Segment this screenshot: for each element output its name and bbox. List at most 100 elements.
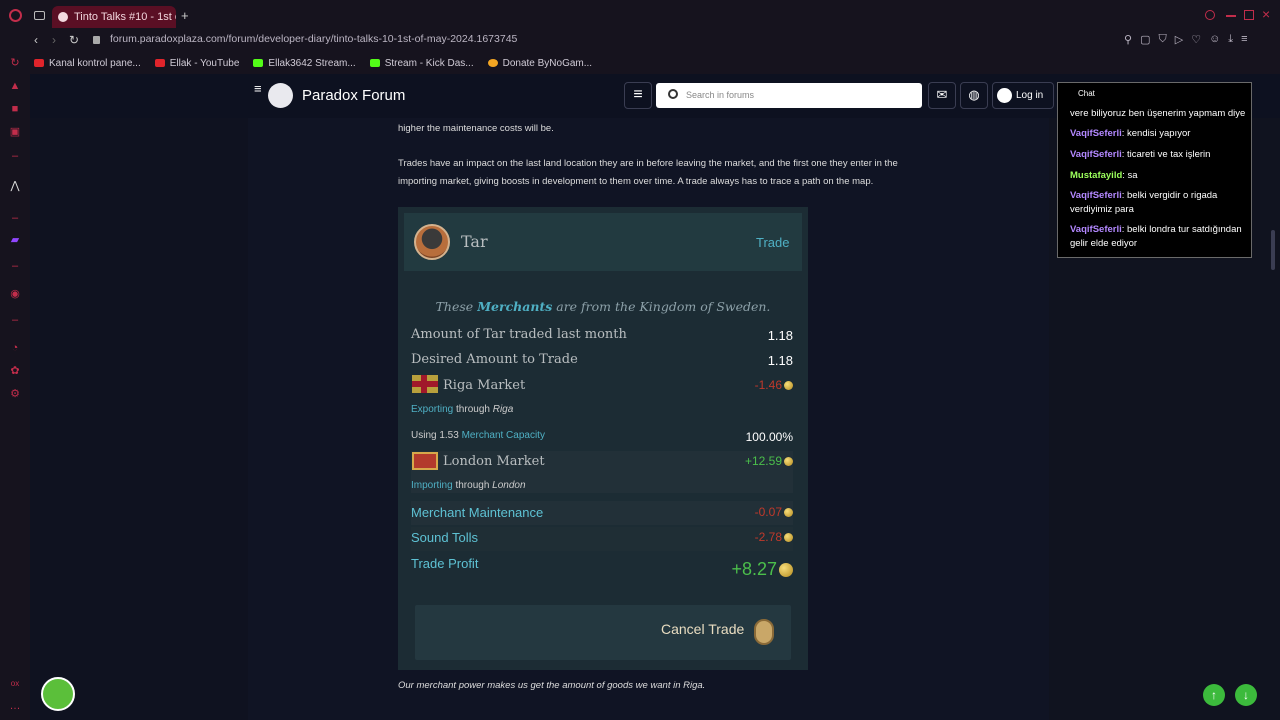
reload-icon[interactable]: ↻ bbox=[69, 33, 79, 47]
url-field[interactable]: forum.paradoxplaza.com/forum/developer-d… bbox=[110, 33, 517, 45]
chat-message: VaqifSeferli: kendisi yapıyor bbox=[1070, 128, 1191, 139]
gold-icon bbox=[784, 457, 793, 467]
importing-line: Importing through London bbox=[411, 480, 526, 491]
capacity-line: Using 1.53 Merchant Capacity bbox=[411, 430, 545, 441]
tolls-value: -2.78 bbox=[728, 530, 793, 544]
ai-icon[interactable]: ⋀ bbox=[9, 180, 21, 192]
opera-logo-icon[interactable] bbox=[9, 9, 22, 22]
stream-chat-overlay: Chat vere biliyoruz ben üşenerim yapmam … bbox=[1057, 82, 1252, 258]
twitch-icon[interactable]: ▰ bbox=[9, 234, 21, 246]
address-bar: ‹ › ↻ forum.paradoxplaza.com/forum/devel… bbox=[0, 30, 1280, 52]
search-input[interactable]: Search in forums bbox=[656, 83, 922, 108]
scroll-down-button[interactable]: ↓ bbox=[1235, 684, 1257, 706]
good-name: Tar bbox=[461, 232, 488, 251]
left-gutter bbox=[30, 118, 248, 720]
tab-manager-icon[interactable] bbox=[34, 11, 45, 20]
amount-value: 1.18 bbox=[767, 328, 793, 343]
kick-icon bbox=[369, 59, 380, 67]
youtube-icon bbox=[154, 59, 165, 67]
gold-icon bbox=[779, 563, 793, 578]
menu-icon[interactable]: ≡ bbox=[624, 82, 652, 109]
profit-label: Trade Profit bbox=[411, 556, 479, 571]
bookmark-1[interactable]: Kanal kontrol pane... bbox=[34, 58, 141, 69]
download-icon[interactable]: ⤓ bbox=[1228, 33, 1233, 46]
play-icon[interactable]: ▷ bbox=[1175, 33, 1183, 46]
settings-icon[interactable]: ⚙ bbox=[9, 388, 21, 400]
youtube-icon bbox=[34, 59, 44, 67]
bookmark-4[interactable]: Stream - Kick Das... bbox=[369, 58, 474, 69]
alerts-icon[interactable]: ◍ bbox=[960, 82, 988, 109]
riga-market-value: -1.46 bbox=[728, 378, 793, 392]
chat-title: Chat bbox=[1078, 89, 1095, 98]
ox-icon[interactable]: ox bbox=[9, 678, 21, 690]
minimize-icon[interactable] bbox=[1226, 15, 1236, 17]
maximize-icon[interactable] bbox=[1244, 10, 1254, 20]
london-market-label: London Market bbox=[443, 454, 545, 469]
divider-icon: – bbox=[11, 314, 19, 326]
bookmarks-bar: Kanal kontrol pane... Ellak - YouTube El… bbox=[0, 52, 1280, 74]
browser-sidebar: ↻ ▲ ■ ▣ – ⋀ – ▰ – ◉ – ◔ ✿ ⚙ ox … bbox=[0, 52, 30, 720]
trade-tooltip-image: Tar Trade These Merchants are from the K… bbox=[398, 207, 808, 670]
profit-value: +8.27 bbox=[698, 559, 793, 580]
trade-header-label: Trade bbox=[756, 235, 790, 250]
snapshot-icon[interactable]: ▢ bbox=[1140, 33, 1150, 46]
menu-icon[interactable]: ≡ bbox=[1241, 33, 1247, 46]
cancel-trade-button[interactable]: Cancel Trade bbox=[415, 605, 791, 660]
forward-icon[interactable]: › bbox=[52, 33, 56, 47]
profile-icon[interactable]: ☺ bbox=[1209, 33, 1220, 46]
desired-label: Desired Amount to Trade bbox=[411, 352, 578, 367]
shield-icon[interactable]: ⛉ bbox=[1158, 33, 1166, 46]
player-icon[interactable]: ◉ bbox=[9, 288, 21, 300]
close-icon[interactable]: × bbox=[1262, 6, 1270, 22]
riga-flag-icon bbox=[412, 375, 438, 393]
scroll-up-button[interactable]: ↑ bbox=[1203, 684, 1225, 706]
search-icon[interactable] bbox=[1205, 10, 1215, 20]
divider-icon: – bbox=[11, 260, 19, 272]
merchant-origin: These Merchants are from the Kingdom of … bbox=[435, 299, 771, 314]
scrollbar-thumb[interactable] bbox=[1271, 230, 1275, 270]
page-scrollbar[interactable] bbox=[1270, 118, 1276, 718]
bookmark-2[interactable]: Ellak - YouTube bbox=[154, 58, 239, 69]
riga-market-label: Riga Market bbox=[443, 378, 526, 393]
bookmark-5[interactable]: Donate ByNoGam... bbox=[487, 58, 592, 69]
reload-sidebar-icon[interactable]: ↻ bbox=[9, 57, 21, 69]
new-tab-icon[interactable]: + bbox=[181, 8, 189, 23]
gold-icon bbox=[784, 533, 793, 543]
chat-message: VaqifSeferli: ticareti ve tax işlerin bbox=[1070, 149, 1211, 160]
cookie-settings-button[interactable] bbox=[41, 677, 75, 711]
chat-message: VaqifSeferli: belki vergidir o rigada ve… bbox=[1070, 190, 1218, 215]
amount-label: Amount of Tar traded last month bbox=[411, 327, 627, 342]
history-icon[interactable]: ◔ bbox=[9, 342, 21, 354]
bookmark-3[interactable]: Ellak3642 Stream... bbox=[253, 58, 356, 69]
login-button[interactable]: Log in bbox=[992, 82, 1054, 109]
extensions-icon[interactable]: ✿ bbox=[9, 365, 21, 377]
title-bar: Tinto Talks #10 - 1st of Ma + × bbox=[0, 0, 1280, 30]
tab-title: Tinto Talks #10 - 1st of Ma bbox=[74, 11, 176, 23]
forum-title[interactable]: Paradox Forum bbox=[302, 87, 405, 104]
messenger-icon[interactable]: ■ bbox=[9, 103, 21, 115]
lock-icon bbox=[93, 36, 100, 44]
desired-value: 1.18 bbox=[767, 353, 793, 368]
tab-favicon-icon bbox=[58, 12, 68, 22]
paradox-logo-icon[interactable] bbox=[268, 83, 293, 108]
heart-icon[interactable]: ♡ bbox=[1191, 33, 1201, 46]
mail-icon[interactable]: ▣ bbox=[9, 126, 21, 138]
notification-icon[interactable]: ▲ bbox=[9, 80, 21, 92]
user-icon bbox=[997, 88, 1012, 103]
more-icon[interactable]: … bbox=[9, 700, 21, 712]
divider-icon: – bbox=[11, 212, 19, 224]
back-icon[interactable]: ‹ bbox=[34, 33, 38, 47]
pin-icon[interactable]: ⚲ bbox=[1124, 33, 1132, 46]
gold-icon bbox=[784, 381, 793, 391]
gold-icon bbox=[784, 508, 793, 518]
inbox-icon[interactable]: ✉ bbox=[928, 82, 956, 109]
mouse-click-icon bbox=[754, 619, 774, 645]
search-placeholder: Search in forums bbox=[686, 90, 755, 100]
nav-toggle-icon[interactable]: ≡ bbox=[254, 82, 262, 102]
capacity-value: 100.00% bbox=[745, 430, 793, 444]
maintenance-value: -0.07 bbox=[728, 505, 793, 519]
active-tab[interactable]: Tinto Talks #10 - 1st of Ma bbox=[52, 6, 176, 28]
tar-icon bbox=[414, 224, 450, 260]
tolls-label: Sound Tolls bbox=[411, 530, 478, 545]
exporting-line: Exporting through Riga bbox=[411, 404, 514, 415]
